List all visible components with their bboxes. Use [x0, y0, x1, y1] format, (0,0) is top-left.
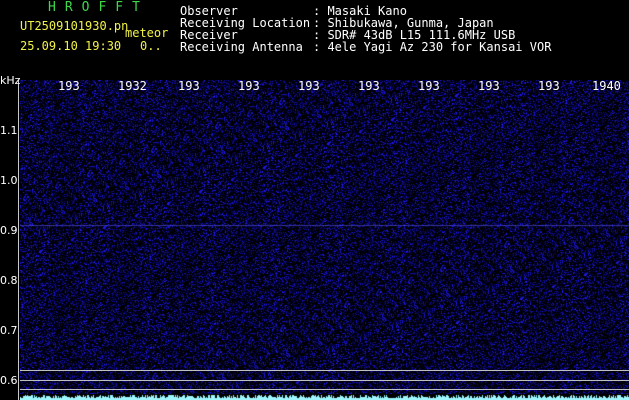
- y-tick-label: 1.0: [0, 174, 18, 187]
- date-time: 25.09.10 19:30: [20, 39, 122, 53]
- file-name: UT2509101930.pn: [20, 19, 129, 33]
- y-tick-label: 0.8: [0, 274, 18, 287]
- info-label-antenna: Receiving Antenna: [180, 40, 303, 54]
- x-tick-label: 1932: [118, 79, 147, 93]
- spectrogram-canvas: [20, 80, 629, 394]
- x-tick-label: 193: [358, 79, 380, 93]
- x-tick-label: 193: [538, 79, 560, 93]
- y-tick-label: 0.7: [0, 324, 18, 337]
- x-tick-label: 1940: [592, 79, 621, 93]
- reference-line: [20, 370, 629, 371]
- x-tick-label: 193: [238, 79, 260, 93]
- echo-count: 0..: [140, 39, 162, 53]
- signal-level-trace: [20, 394, 629, 400]
- x-tick-label: 193: [58, 79, 80, 93]
- info-value-antenna: : 4ele Yagi Az 230 for Kansai VOR: [313, 40, 552, 54]
- y-tick-label: 1.1: [0, 124, 18, 137]
- y-axis-unit: kHz: [0, 74, 21, 87]
- x-tick-label: 193: [478, 79, 500, 93]
- reference-line: [20, 389, 629, 390]
- y-axis-line: [18, 80, 19, 400]
- x-tick-label: 193: [178, 79, 200, 93]
- x-tick-label: 193: [418, 79, 440, 93]
- x-tick-label: 193: [298, 79, 320, 93]
- y-tick-label: 0.9: [0, 224, 18, 237]
- header-panel: HROFFT UT2509101930.pn meteor 25.09.10 1…: [0, 0, 629, 76]
- app-logo: HROFFT: [48, 0, 149, 15]
- y-tick-label: 0.6: [0, 374, 18, 387]
- reference-line: [20, 380, 629, 381]
- mode-label: meteor: [125, 26, 169, 40]
